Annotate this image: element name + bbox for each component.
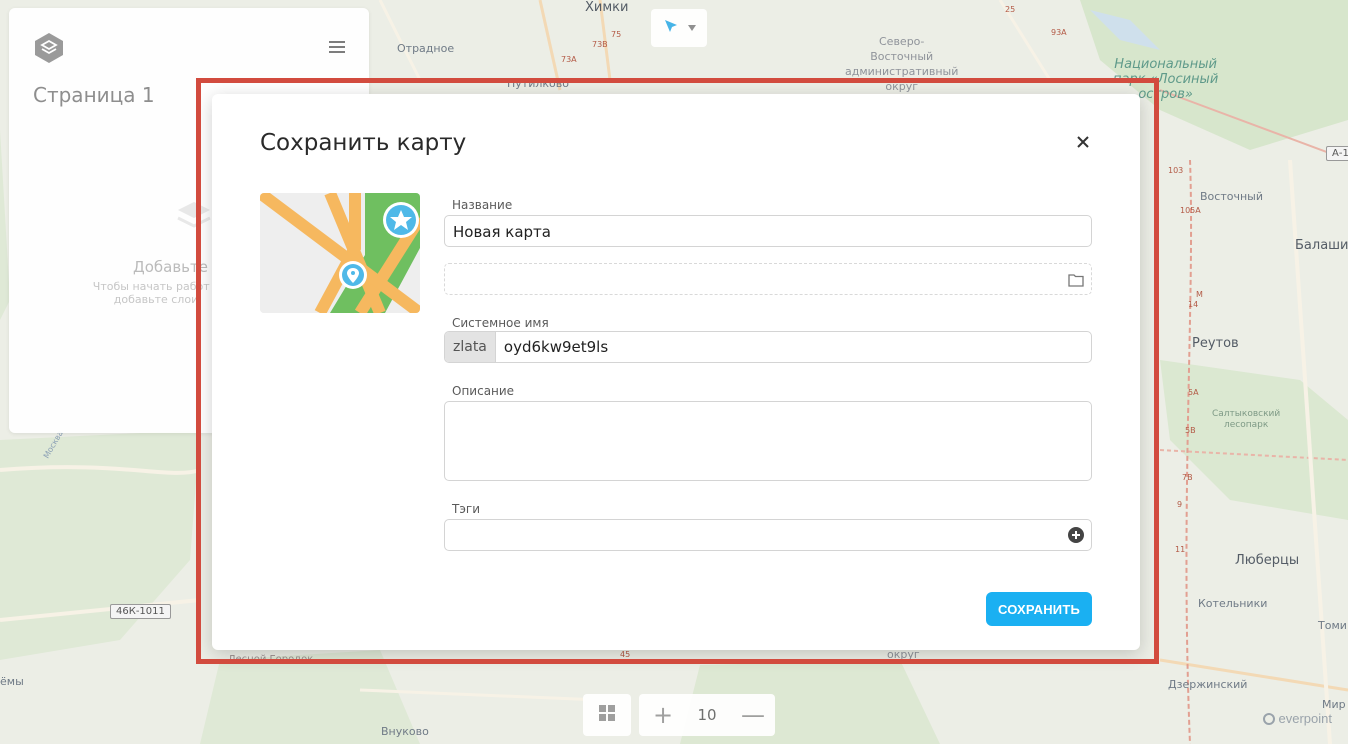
road-number: 5B xyxy=(1185,426,1196,435)
road-number: 14 xyxy=(1188,300,1199,309)
zoom-control: + 10 — xyxy=(639,694,775,736)
road-number: 5A xyxy=(1188,388,1199,397)
map-label-mir: Мир xyxy=(1322,698,1346,711)
folder-icon[interactable] xyxy=(1068,272,1084,291)
page-title: Страница 1 xyxy=(33,83,155,107)
map-label-khimki: Химки xyxy=(585,0,629,15)
map-label-lyubertsy: Люберцы xyxy=(1235,553,1300,568)
menu-icon[interactable] xyxy=(329,41,345,53)
map-label-lesnoy: Лесной Городок xyxy=(228,654,314,665)
attribution: everpoint xyxy=(1262,711,1332,726)
map-label-vnukovo: Внуково xyxy=(381,725,429,738)
system-name-field[interactable]: zlata oyd6kw9et9ls xyxy=(444,331,1092,363)
description-textarea[interactable] xyxy=(444,401,1092,481)
map-thumbnail-image xyxy=(260,193,420,313)
tags-label: Тэги xyxy=(452,502,481,516)
name-input[interactable]: Новая карта xyxy=(444,215,1092,247)
system-name-label: Системное имя xyxy=(452,316,549,330)
road-number: 73A xyxy=(561,55,577,64)
map-thumbnail[interactable] xyxy=(260,193,420,313)
pointer-tool-button[interactable] xyxy=(651,9,707,47)
map-label-balashikha: Балаши xyxy=(1295,238,1348,253)
road-number: М xyxy=(1196,290,1203,299)
road-number: 45 xyxy=(620,650,631,659)
road-shield-46k: 46К-1011 xyxy=(110,604,171,619)
road-number: 73B xyxy=(592,40,608,49)
map-label-tomilino: Томи xyxy=(1318,619,1347,632)
map-label-kotelniki: Котельники xyxy=(1198,597,1268,610)
add-tag-icon[interactable] xyxy=(1068,527,1084,547)
chevron-down-icon[interactable] xyxy=(688,25,696,31)
map-label-putilkovo: Путилково xyxy=(507,77,569,90)
system-name-input[interactable]: oyd6kw9et9ls xyxy=(496,332,616,362)
road-shield-a10: А-10 xyxy=(1326,146,1348,161)
name-label: Название xyxy=(452,198,513,212)
attribution-text: everpoint xyxy=(1278,711,1332,726)
road-number: 11 xyxy=(1175,545,1186,554)
folder-field[interactable] xyxy=(444,263,1092,295)
road-number: 9 xyxy=(1177,500,1183,509)
save-map-dialog: Сохранить карту Название Новая карта Сис… xyxy=(212,94,1140,650)
zoom-in-button[interactable]: + xyxy=(653,703,673,727)
dialog-title: Сохранить карту xyxy=(260,130,467,156)
road-number: 93A xyxy=(1051,28,1067,37)
empty-state-text: Чтобы начать работ с добавьте слои xyxy=(92,280,219,306)
road-number: 25 xyxy=(1005,5,1016,14)
map-label-vostochny: Восточный xyxy=(1200,190,1263,203)
layers-empty-icon xyxy=(174,196,214,236)
map-label-otradnoe: Отрадное xyxy=(397,42,455,55)
map-label-dzerzhinsky: Дзержинский xyxy=(1168,678,1248,691)
zoom-out-button[interactable]: — xyxy=(741,703,765,727)
description-label: Описание xyxy=(452,384,515,398)
map-label-ne-okrug: Северо- Восточный административный округ xyxy=(845,35,959,93)
road-number: 105A xyxy=(1180,206,1201,215)
attribution-logo-icon xyxy=(1262,712,1275,725)
tags-input[interactable] xyxy=(444,519,1092,551)
cursor-icon xyxy=(662,17,680,40)
map-label-emy: ёмы xyxy=(0,675,24,688)
app-logo-icon[interactable] xyxy=(33,32,65,69)
zoom-level: 10 xyxy=(697,706,717,724)
map-label-saltykovsky: Салтыковский лесопарк xyxy=(1212,409,1281,430)
close-icon[interactable] xyxy=(1073,132,1093,152)
grid-icon xyxy=(598,704,616,727)
road-number: 7B xyxy=(1182,473,1193,482)
layers-grid-button[interactable] xyxy=(583,694,631,736)
save-button[interactable]: СОХРАНИТЬ xyxy=(986,592,1092,626)
empty-state-title: Добавьте с xyxy=(133,258,222,276)
map-label-reutov: Реутов xyxy=(1192,336,1239,351)
road-number: 75 xyxy=(611,30,622,39)
system-name-prefix: zlata xyxy=(445,332,496,362)
road-number: 103 xyxy=(1168,166,1184,175)
